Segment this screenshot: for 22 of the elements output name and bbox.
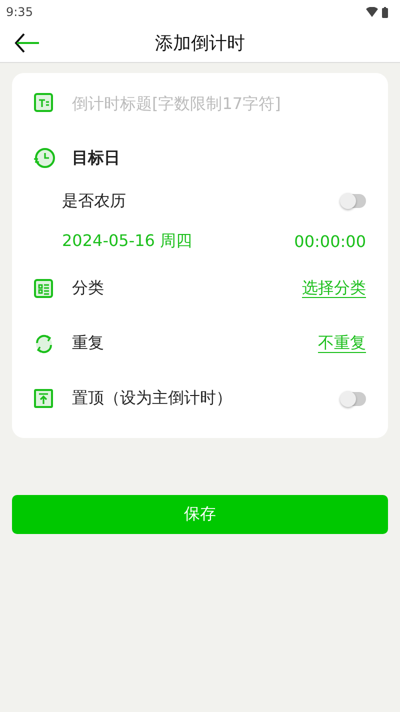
text-icon	[32, 91, 56, 115]
back-arrow-icon[interactable]	[14, 31, 40, 55]
date-value[interactable]: 2024-05-16 周四	[62, 230, 192, 252]
title-input[interactable]: 倒计时标题[字数限制17字符]	[72, 94, 366, 112]
page-title: 添加倒计时	[155, 32, 245, 55]
status-time: 9:35	[6, 5, 33, 19]
battery-icon	[382, 6, 388, 18]
option-link[interactable]: 不重复	[318, 333, 366, 354]
clock-icon	[32, 146, 56, 170]
time-value[interactable]: 00:00:00	[294, 232, 366, 250]
lunar-label: 是否农历	[62, 190, 126, 212]
toggle-switch[interactable]	[342, 194, 366, 208]
row-label: 分类	[72, 278, 105, 299]
row-label: 置顶（设为主倒计时）	[72, 388, 233, 409]
toggle-switch[interactable]	[342, 392, 366, 406]
option-link[interactable]: 选择分类	[302, 278, 366, 299]
target-date-label: 目标日	[72, 148, 120, 168]
row-label: 重复	[72, 333, 105, 354]
list-icon	[32, 276, 56, 300]
save-button[interactable]: 保存	[12, 495, 388, 534]
pin-top-icon	[32, 386, 56, 410]
wifi-icon	[366, 7, 378, 17]
